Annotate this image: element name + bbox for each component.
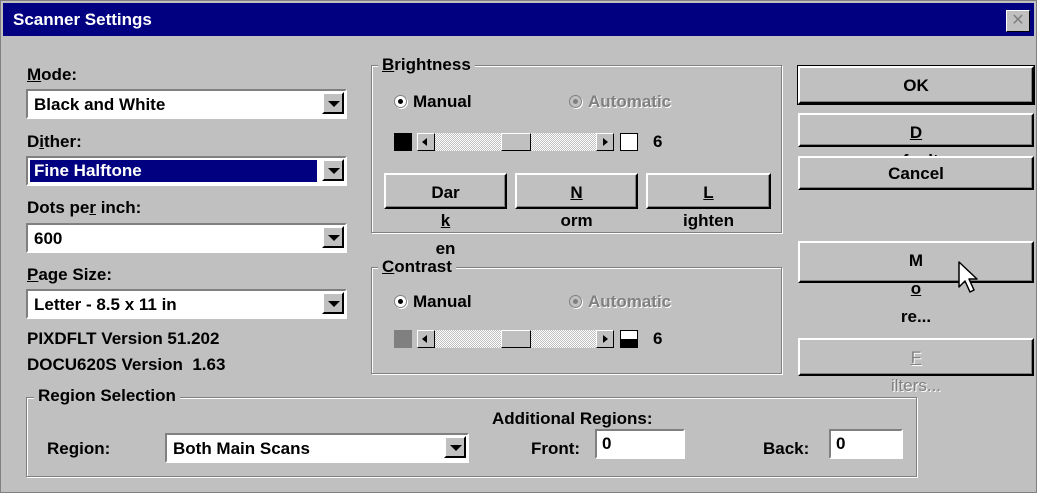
dither-label: Dither:	[27, 132, 82, 151]
scroll-left-icon[interactable]	[417, 330, 435, 348]
brightness-title: Brightness	[378, 55, 475, 75]
light-swatch	[620, 133, 638, 151]
back-input[interactable]: 0	[829, 429, 903, 459]
default-button[interactable]: Default	[798, 113, 1034, 170]
contrast-manual-label: Manual	[413, 292, 472, 311]
page-size-dropdown[interactable]: Letter - 8.5 x 11 in	[26, 289, 347, 319]
brightness-automatic-radio[interactable]	[569, 95, 582, 108]
contrast-automatic-label: Automatic	[588, 292, 672, 311]
scroll-left-icon[interactable]	[417, 133, 435, 151]
dither-dropdown[interactable]: Fine Halftone	[26, 156, 347, 186]
region-dropdown[interactable]: Both Main Scans	[165, 433, 469, 463]
scroll-right-icon[interactable]	[596, 133, 614, 151]
front-label: Front:	[531, 439, 581, 458]
slider-thumb[interactable]	[501, 330, 531, 348]
page-size-value: Letter - 8.5 x 11 in	[34, 295, 177, 314]
brightness-manual-label: Manual	[413, 92, 472, 111]
dither-value: Fine Halftone	[34, 161, 142, 180]
chevron-down-icon[interactable]	[322, 92, 344, 114]
region-selection-group	[26, 397, 917, 477]
darken-button[interactable]: Dar k en	[384, 173, 507, 258]
brightness-manual-radio[interactable]	[394, 95, 407, 108]
title-bar[interactable]: Scanner Settings ✕	[3, 3, 1034, 36]
contrast-title: Contrast	[378, 257, 456, 277]
dither-selection: Fine Halftone	[29, 159, 318, 183]
contrast-slider[interactable]	[417, 330, 614, 348]
mode-label: Mode:	[27, 65, 78, 84]
dpi-dropdown[interactable]: 600	[26, 223, 347, 253]
cancel-button[interactable]: Cancel	[798, 156, 1034, 190]
close-icon[interactable]: ✕	[1006, 10, 1030, 32]
mode-value: Black and White	[34, 95, 166, 114]
brightness-slider[interactable]	[417, 133, 614, 151]
contrast-manual-radio[interactable]	[394, 295, 407, 308]
lighten-button[interactable]: Lighten	[646, 173, 771, 230]
region-selection-title: Region Selection	[34, 386, 180, 406]
page-size-label: Page Size:	[27, 265, 113, 284]
dpi-label: Dots per inch:	[27, 198, 142, 217]
front-input[interactable]: 0	[595, 429, 685, 459]
docu620s-version: DOCU620S Version 1.63	[27, 355, 226, 374]
back-label: Back:	[763, 439, 810, 458]
chevron-down-icon[interactable]	[322, 226, 344, 248]
slider-thumb[interactable]	[501, 133, 531, 151]
gray-swatch	[394, 330, 412, 348]
region-label: Region:	[47, 439, 111, 458]
contrast-automatic-radio[interactable]	[569, 295, 582, 308]
window-title: Scanner Settings	[13, 10, 152, 29]
mouse-pointer-icon	[958, 261, 978, 293]
dark-swatch	[394, 133, 412, 151]
dpi-value: 600	[34, 229, 63, 248]
brightness-automatic-label: Automatic	[588, 92, 672, 111]
chevron-down-icon[interactable]	[322, 159, 344, 181]
chevron-down-icon[interactable]	[322, 292, 344, 314]
scanner-settings-dialog: Scanner Settings ✕ Mode: Black and White…	[0, 0, 1037, 493]
region-value: Both Main Scans	[173, 439, 310, 458]
brightness-value: 6	[653, 132, 663, 151]
filters-button[interactable]: Filters...	[798, 338, 1034, 395]
scroll-right-icon[interactable]	[596, 330, 614, 348]
chevron-down-icon[interactable]	[444, 436, 466, 458]
norm-button[interactable]: Norm	[515, 173, 638, 230]
ok-button[interactable]: OK	[797, 65, 1035, 105]
pixdflt-version: PIXDFLT Version 51.202	[27, 329, 220, 348]
contrast-swatch	[620, 330, 638, 348]
contrast-value: 6	[653, 329, 663, 348]
additional-regions-label: Additional Regions:	[492, 409, 653, 428]
contrast-group	[371, 267, 782, 374]
mode-dropdown[interactable]: Black and White	[26, 89, 347, 119]
more-button[interactable]: Mo re...	[798, 241, 1034, 326]
